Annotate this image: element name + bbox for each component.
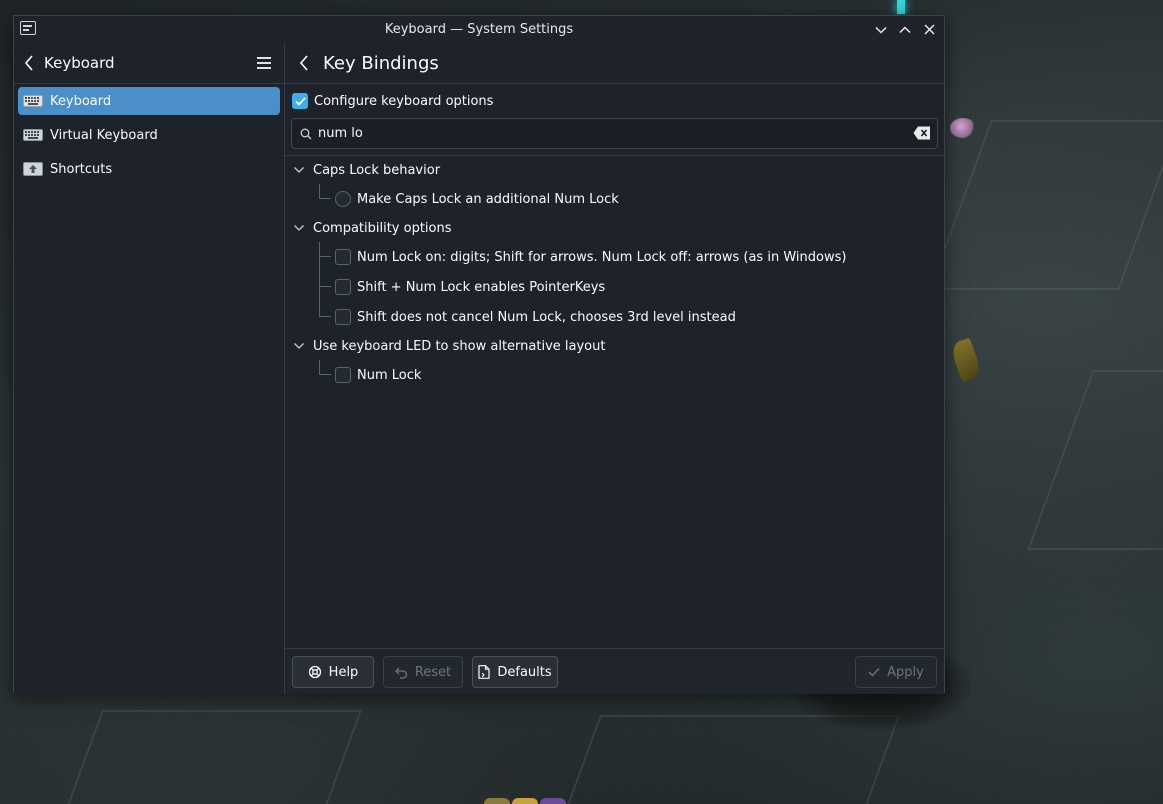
tree-option[interactable]: Num Lock xyxy=(285,360,944,390)
option-checkbox[interactable] xyxy=(335,279,351,295)
sidebar-item-keyboard[interactable]: Keyboard xyxy=(18,87,280,115)
option-checkbox[interactable] xyxy=(335,367,351,383)
option-checkbox[interactable] xyxy=(335,309,351,325)
page-header: Key Bindings xyxy=(285,43,944,84)
search-input[interactable]: num lo xyxy=(318,126,363,141)
configure-options-checkbox[interactable] xyxy=(292,93,308,109)
footer-bar: Help Reset Defaults Apply xyxy=(285,648,944,694)
chevron-down-icon[interactable] xyxy=(293,222,305,234)
wallpaper-flower xyxy=(950,118,976,138)
defaults-button[interactable]: Defaults xyxy=(472,656,558,688)
tree-group-compatibility[interactable]: Compatibility options xyxy=(285,214,944,242)
reset-button[interactable]: Reset xyxy=(383,656,463,688)
chevron-down-icon[interactable] xyxy=(293,164,305,176)
options-tree: Caps Lock behavior Make Caps Lock an add… xyxy=(285,155,944,645)
clear-search-icon[interactable] xyxy=(913,126,931,142)
virtual-keyboard-icon xyxy=(22,127,44,143)
sidebar-header: Keyboard xyxy=(14,43,284,84)
wallpaper-tile xyxy=(929,120,1163,290)
option-checkbox[interactable] xyxy=(335,249,351,265)
close-button[interactable] xyxy=(920,21,938,39)
group-label: Compatibility options xyxy=(313,220,452,236)
sidebar-title: Keyboard xyxy=(44,54,115,72)
tree-group-keyboard-led[interactable]: Use keyboard LED to show alternative lay… xyxy=(285,332,944,360)
sidebar-item-label: Keyboard xyxy=(50,93,112,109)
check-icon xyxy=(868,667,880,677)
tree-option[interactable]: Shift + Num Lock enables PointerKeys xyxy=(285,272,944,303)
sidebar-item-virtual-keyboard[interactable]: Virtual Keyboard xyxy=(18,121,280,149)
tree-group-caps-lock[interactable]: Caps Lock behavior xyxy=(285,156,944,184)
help-label: Help xyxy=(328,664,359,680)
option-radio[interactable] xyxy=(335,191,351,207)
sidebar: Keyboard Keyboard Virtual Keyboard Short… xyxy=(14,43,285,694)
tree-option[interactable]: Shift does not cancel Num Lock, chooses … xyxy=(285,302,944,332)
group-label: Caps Lock behavior xyxy=(313,162,441,178)
tree-option[interactable]: Make Caps Lock an additional Num Lock xyxy=(285,184,944,214)
main-panel: Key Bindings Configure keyboard options … xyxy=(285,43,944,694)
undo-icon xyxy=(394,666,408,679)
tree-option[interactable]: Num Lock on: digits; Shift for arrows. N… xyxy=(285,242,944,273)
group-label: Use keyboard LED to show alternative lay… xyxy=(313,338,606,354)
option-label: Make Caps Lock an additional Num Lock xyxy=(357,191,619,207)
settings-window: Keyboard — System Settings Keyboard Keyb… xyxy=(13,15,945,694)
minimize-button[interactable] xyxy=(872,21,890,39)
back-icon[interactable] xyxy=(299,55,309,71)
back-icon[interactable] xyxy=(24,55,34,71)
app-menu-icon[interactable] xyxy=(20,21,36,35)
search-icon xyxy=(300,128,312,140)
keyboard-icon xyxy=(22,93,44,109)
document-icon xyxy=(478,665,490,679)
apply-label: Apply xyxy=(887,664,924,680)
wallpaper-tile xyxy=(58,710,362,804)
wallpaper-glow xyxy=(897,0,905,14)
window-title: Keyboard — System Settings xyxy=(384,22,574,37)
hamburger-menu-icon[interactable] xyxy=(256,55,272,71)
help-button[interactable]: Help xyxy=(292,656,374,688)
defaults-label: Defaults xyxy=(497,664,552,680)
wallpaper-leaf xyxy=(948,337,984,383)
configure-options-label: Configure keyboard options xyxy=(314,93,494,109)
help-icon xyxy=(308,665,322,679)
configure-options-row[interactable]: Configure keyboard options xyxy=(285,84,944,118)
option-label: Shift does not cancel Num Lock, chooses … xyxy=(357,309,736,325)
sidebar-item-label: Virtual Keyboard xyxy=(50,127,158,143)
maximize-button[interactable] xyxy=(896,21,914,39)
reset-label: Reset xyxy=(414,664,452,680)
option-label: Shift + Num Lock enables PointerKeys xyxy=(357,279,606,295)
option-label: Num Lock on: digits; Shift for arrows. N… xyxy=(357,249,847,265)
apply-button[interactable]: Apply xyxy=(855,656,937,688)
shortcuts-icon xyxy=(22,161,44,177)
title-bar[interactable]: Keyboard — System Settings xyxy=(14,16,944,43)
option-label: Num Lock xyxy=(357,367,422,383)
sidebar-item-label: Shortcuts xyxy=(50,161,113,177)
sidebar-item-shortcuts[interactable]: Shortcuts xyxy=(18,155,280,183)
search-field[interactable]: num lo xyxy=(291,118,938,149)
page-title: Key Bindings xyxy=(323,52,439,74)
taskbar-peek xyxy=(484,798,566,804)
chevron-down-icon[interactable] xyxy=(293,340,305,352)
wallpaper-tile xyxy=(1027,370,1163,550)
